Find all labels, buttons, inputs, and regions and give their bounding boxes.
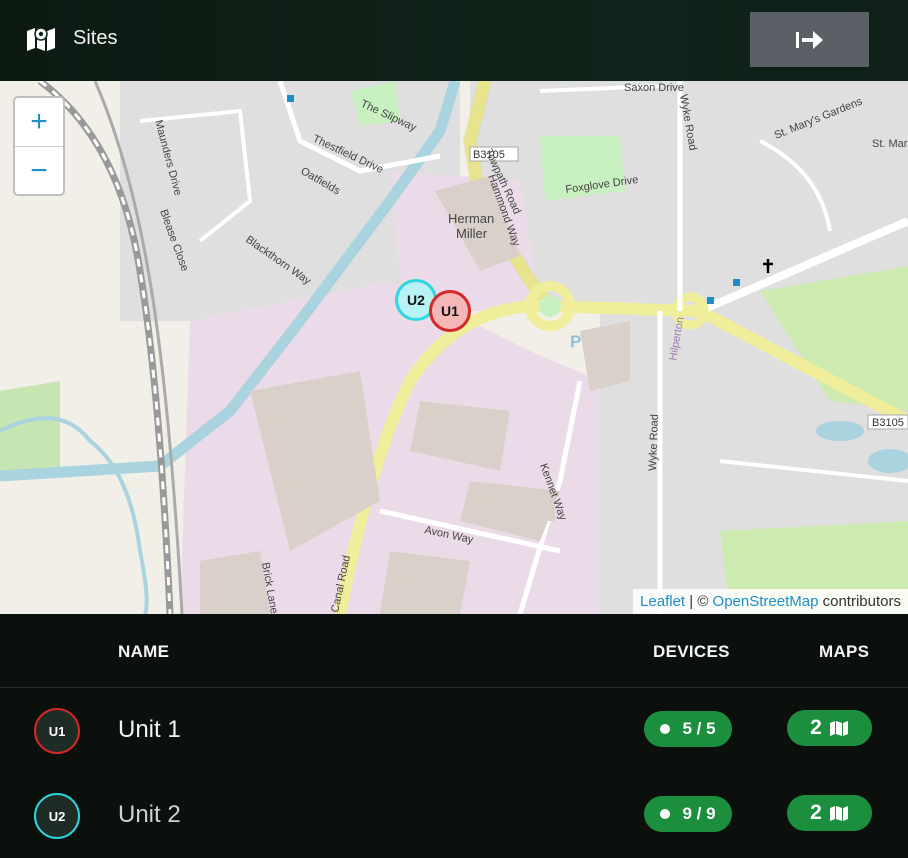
logout-arrow-icon <box>795 30 823 49</box>
zoom-in-button[interactable]: + <box>15 98 63 146</box>
app-header: Sites <box>0 0 908 81</box>
zoom-control: + − <box>13 96 65 196</box>
devices-badge[interactable]: 5 / 5 <box>644 711 732 747</box>
map-icon <box>829 805 848 821</box>
status-dot-icon <box>660 809 671 819</box>
sites-map[interactable]: Herman Miller B3105 B3105 The Slipway Th… <box>0 81 908 614</box>
attribution-separator: | © <box>685 593 713 610</box>
zoom-out-button[interactable]: − <box>15 146 63 194</box>
map-label-miller: Miller <box>456 226 488 241</box>
site-name[interactable]: Unit 1 <box>118 716 181 744</box>
map-tiles[interactable]: Herman Miller B3105 B3105 The Slipway Th… <box>0 81 908 614</box>
map-label-wyke-bottom: Wyke Road <box>647 414 661 471</box>
site-marker-u1[interactable]: U1 <box>429 290 471 332</box>
osm-link[interactable]: OpenStreetMap <box>713 593 819 610</box>
table-row[interactable]: U1 Unit 1 5 / 5 2 <box>0 688 908 774</box>
map-label-saxon: Saxon Drive <box>624 82 684 94</box>
column-header-name[interactable]: NAME <box>118 642 169 662</box>
site-avatar: U2 <box>34 793 80 839</box>
column-header-maps[interactable]: MAPS <box>819 642 869 662</box>
map-label-st-mar: St. Mar <box>872 138 908 150</box>
map-icon <box>27 27 55 51</box>
devices-count: 9 / 9 <box>682 804 716 823</box>
site-avatar: U1 <box>34 708 80 754</box>
map-attribution: Leaflet | © OpenStreetMap contributors <box>633 589 908 614</box>
map-label-b3105-b: B3105 <box>872 417 904 429</box>
devices-badge[interactable]: 9 / 9 <box>644 796 732 832</box>
maps-badge[interactable]: 2 <box>787 710 872 746</box>
map-label-parking: P <box>570 332 581 351</box>
map-icon <box>829 720 848 736</box>
column-header-devices[interactable]: DEVICES <box>653 642 730 662</box>
status-dot-icon <box>660 724 671 734</box>
maps-count: 2 <box>810 716 822 739</box>
attribution-suffix: contributors <box>818 593 901 610</box>
map-label-herman: Herman <box>448 211 494 226</box>
maps-count: 2 <box>810 801 822 824</box>
logout-button[interactable] <box>750 12 869 67</box>
devices-count: 5 / 5 <box>682 719 716 738</box>
sites-table-header: NAME DEVICES MAPS <box>0 614 908 688</box>
page-title: Sites <box>73 27 118 49</box>
leaflet-link[interactable]: Leaflet <box>640 593 685 610</box>
table-row[interactable]: U2 Unit 2 9 / 9 2 <box>0 773 908 858</box>
site-name[interactable]: Unit 2 <box>118 801 181 829</box>
maps-badge[interactable]: 2 <box>787 795 872 831</box>
